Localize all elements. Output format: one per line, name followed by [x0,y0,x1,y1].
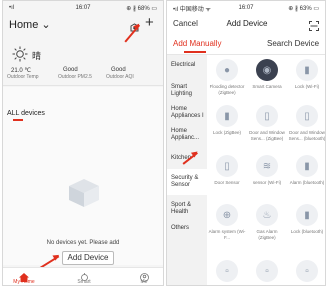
device-tile[interactable]: ≋ sensor (Wi-Fi) [248,155,286,186]
lock-icon: ▮ [216,105,238,127]
device-tile[interactable]: ▯ Door Sensor [208,155,246,186]
aqi-label: Outdoor AQI [106,74,134,80]
device-tile[interactable]: ▯ Door and Window Sens... (ZigBee) [248,105,286,141]
sensor-icon: ▫ [296,260,318,282]
door-sensor-icon: ▯ [216,155,238,177]
nav-label: Smart [77,279,91,285]
gas-alarm-icon: ♨ [256,204,278,226]
me-icon [129,269,159,282]
clock: 16:07 [75,5,91,11]
nav-my-home[interactable]: My Home [9,269,39,285]
device-tile-partial[interactable]: ▫ [288,260,325,282]
home-screen: •ıl 16:07 ⊕ ∦ 68% ▭ Home ⌄ + 晴 21.0 ℃ Ou… [2,0,164,286]
empty-box-icon [67,177,101,214]
nav-me[interactable]: Me [129,269,159,285]
add-device-button[interactable]: Add Device [62,251,114,265]
alarm-icon: ▮ [296,155,318,177]
device-tile[interactable]: ▮ Lock (bluetooth) [288,204,325,235]
lock-icon: ▮ [296,59,318,81]
device-tile[interactable]: ⊕ Alarm system (Wi-F... [208,204,246,240]
sun-icon [12,46,28,67]
sensor-icon: ● [216,59,238,81]
nav-label: My Home [13,279,35,285]
sensor-icon: ≋ [256,155,278,177]
device-tile[interactable]: ◉ Smart Camera [248,59,286,90]
add-device-screen: •ıl 中国移动 ᯤ 16:07 ⊕ ∦ 63% ▭ Cancel Add De… [166,0,326,286]
weather-condition: 晴 [32,51,42,61]
category-home-appliances-1[interactable]: Home Appliances I [167,106,205,120]
device-grid: ● Flooding detector (ZigBee) ◉ Smart Camer… [207,55,325,285]
device-tile[interactable]: ♨ Gas Alarm (ZigBee) [248,204,286,240]
sensor-icon: ▫ [256,260,278,282]
device-tile[interactable]: ▮ Alarm (bluetooth) [288,155,325,186]
device-tile-partial[interactable]: ▫ [248,260,286,282]
pm25-value: Good [63,67,78,73]
category-electrical[interactable]: Electrical [167,62,205,69]
door-sensor-icon: ▯ [296,105,318,127]
empty-state-text: No devices yet. Please add [46,240,120,246]
home-icon [9,269,39,282]
tab-underline [184,51,206,53]
category-sidebar: Electrical Smart Lighting Home Appliance… [167,55,207,285]
outdoor-temp-label: Outdoor Temp [7,74,39,80]
clock: 16:07 [238,5,254,11]
divider [3,85,163,86]
tab-search-device[interactable]: Search Device [267,39,319,48]
aqi-value: Good [111,67,126,73]
add-icon[interactable]: + [145,15,154,30]
nav-label: Me [140,279,148,285]
device-tile-partial[interactable]: ▫ [208,260,246,282]
devices-title[interactable]: ALL devices [7,110,45,117]
category-smart-lighting[interactable]: Smart Lighting [167,84,205,98]
status-bar: •ıl 中国移动 ᯤ 16:07 ⊕ ∦ 63% ▭ [167,1,325,15]
home-selector[interactable]: Home ⌄ [9,18,51,31]
lock-icon: ▮ [296,204,318,226]
device-tile[interactable]: ● Flooding detector (ZigBee) [208,59,246,95]
pm25-label: Outdoor PM2.5 [58,74,92,80]
category-security-sensor[interactable]: Security & Sensor [167,175,205,189]
page-title: Add Device [226,19,268,28]
device-tile[interactable]: ▮ Lock (Wi-Fi) [288,59,325,90]
scan-icon[interactable] [309,18,319,36]
nav-smart[interactable]: Smart [69,269,99,285]
category-home-appliances-2[interactable]: Home Applianc... [167,128,205,142]
tab-underline [13,119,23,121]
smart-icon [69,269,99,281]
door-sensor-icon: ▯ [256,105,278,127]
category-others[interactable]: Others [167,225,205,232]
device-tile[interactable]: ▮ Lock (ZigBee) [208,105,246,136]
camera-icon: ◉ [256,59,278,81]
tab-add-manually[interactable]: Add Manually [173,39,221,48]
bottom-nav: My Home Smart Me [3,267,163,285]
device-tile[interactable]: ▯ Door and Window Sens... (bluetooth) [288,105,325,141]
alarm-icon: ⊕ [216,204,238,226]
status-bar: •ıl 16:07 ⊕ ∦ 68% ▭ [3,1,163,15]
sensor-icon: ▫ [216,260,238,282]
outdoor-temp-value: 21.0 ℃ [11,68,32,74]
category-sport-health[interactable]: Sport & Health [167,202,205,216]
